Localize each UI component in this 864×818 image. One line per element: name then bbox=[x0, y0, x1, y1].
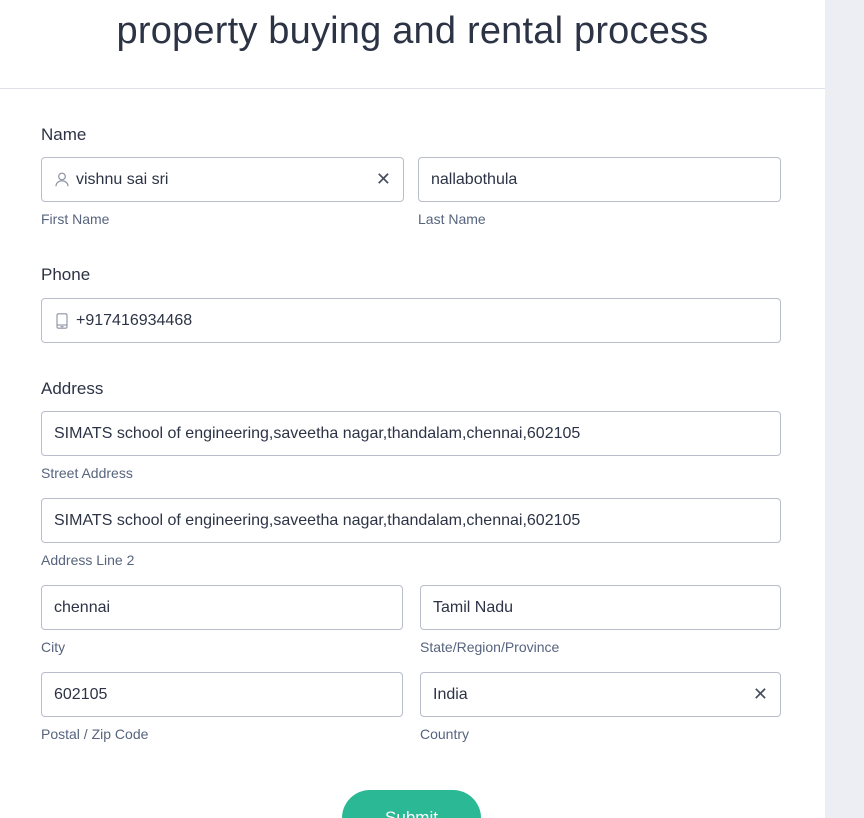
phone-input[interactable]: +917416934468 bbox=[41, 298, 781, 343]
street-address-value: SIMATS school of engineering,saveetha na… bbox=[54, 424, 581, 442]
city-value: chennai bbox=[54, 598, 111, 616]
street-address-input[interactable]: SIMATS school of engineering,saveetha na… bbox=[41, 411, 781, 456]
zip-code-value: 602105 bbox=[54, 685, 108, 703]
city-sublabel: City bbox=[41, 639, 66, 655]
first-name-sublabel: First Name bbox=[41, 211, 110, 227]
address-line-2-sublabel: Address Line 2 bbox=[41, 552, 135, 568]
address-label: Address bbox=[41, 379, 104, 398]
mobile-phone-icon bbox=[54, 312, 70, 329]
last-name-value: nallabothula bbox=[431, 170, 518, 188]
clear-icon[interactable]: ✕ bbox=[753, 684, 768, 705]
last-name-input[interactable]: nallabothula bbox=[418, 157, 781, 202]
submit-button[interactable]: Submit bbox=[342, 790, 481, 818]
first-name-value: vishnu sai sri bbox=[76, 170, 169, 188]
form-header: property buying and rental process bbox=[0, 0, 825, 89]
last-name-sublabel: Last Name bbox=[418, 211, 486, 227]
address-line-2-input[interactable]: SIMATS school of engineering,saveetha na… bbox=[41, 498, 781, 543]
form-title: property buying and rental process bbox=[116, 10, 709, 52]
phone-label: Phone bbox=[41, 265, 91, 284]
city-input[interactable]: chennai bbox=[41, 585, 403, 630]
state-value: Tamil Nadu bbox=[433, 598, 514, 616]
phone-value: +917416934468 bbox=[76, 311, 193, 329]
zip-code-input[interactable]: 602105 bbox=[41, 672, 403, 717]
form-card: property buying and rental process Name … bbox=[0, 0, 825, 818]
zip-code-sublabel: Postal / Zip Code bbox=[41, 726, 149, 742]
country-sublabel: Country bbox=[420, 726, 470, 742]
user-icon bbox=[54, 172, 70, 188]
clear-icon[interactable]: ✕ bbox=[376, 169, 391, 190]
state-sublabel: State/Region/Province bbox=[420, 639, 560, 655]
page-background-gutter bbox=[825, 0, 864, 818]
address-line-2-value: SIMATS school of engineering,saveetha na… bbox=[54, 511, 581, 529]
name-label: Name bbox=[41, 125, 87, 144]
country-value: India bbox=[433, 685, 468, 703]
first-name-input[interactable]: vishnu sai sri ✕ bbox=[41, 157, 404, 202]
street-address-sublabel: Street Address bbox=[41, 465, 133, 481]
country-select[interactable]: India ✕ bbox=[420, 672, 781, 717]
state-input[interactable]: Tamil Nadu bbox=[420, 585, 781, 630]
